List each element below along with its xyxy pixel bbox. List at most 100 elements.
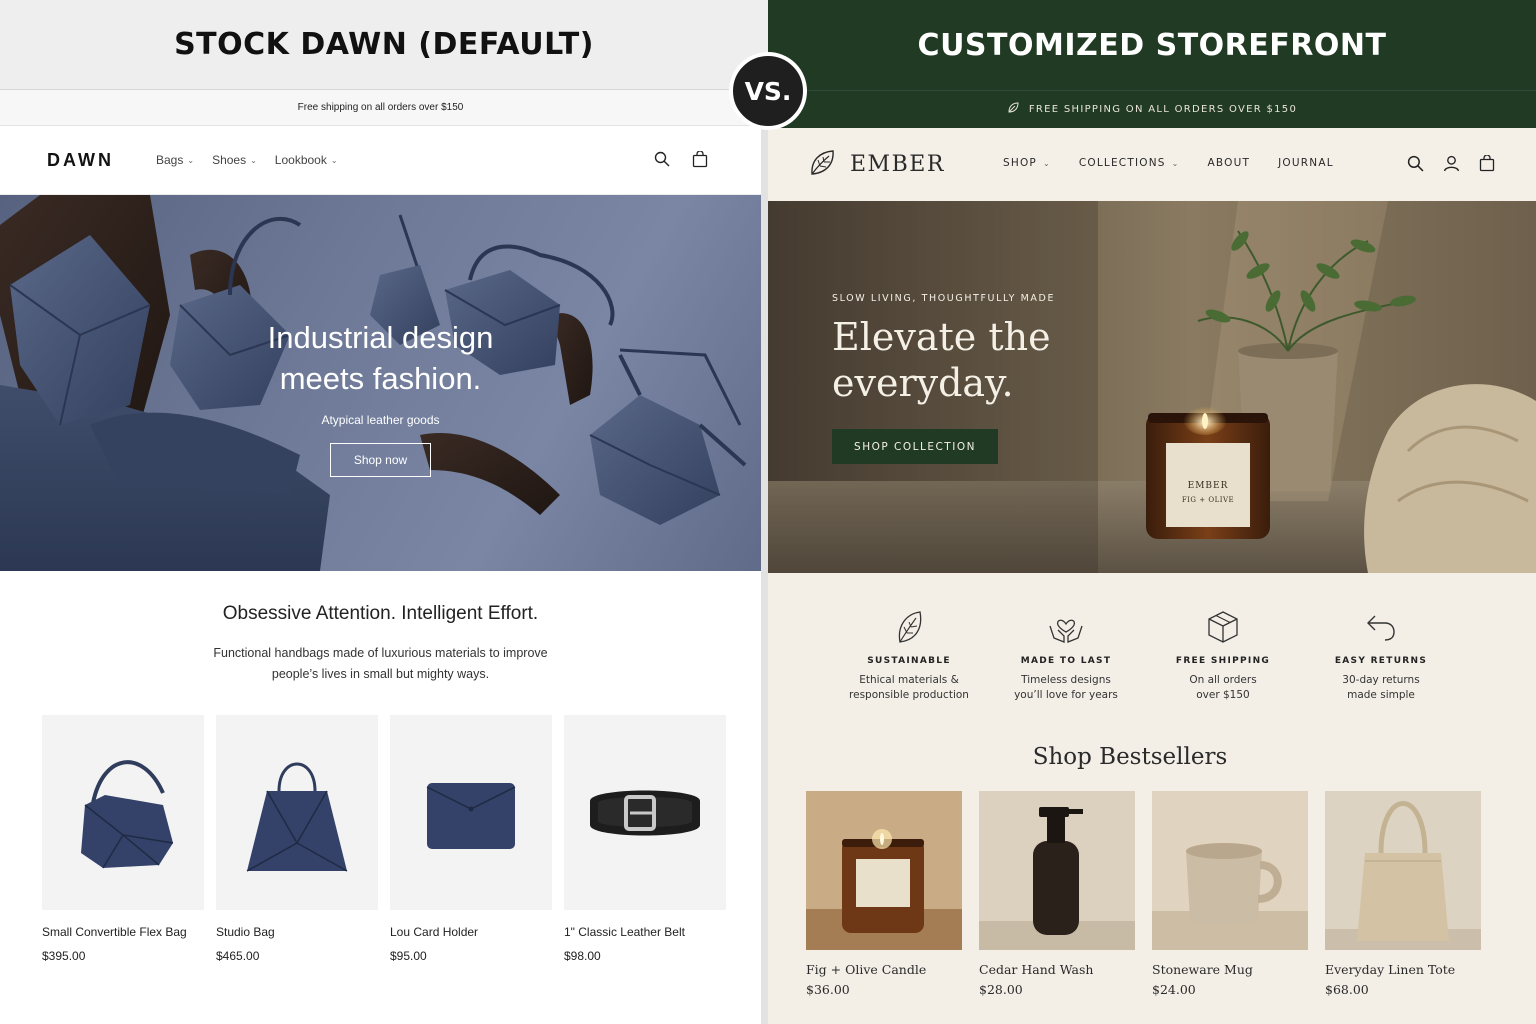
shop-collection-button[interactable]: SHOP COLLECTION [832,429,998,464]
account-icon[interactable] [1442,154,1460,172]
product-image [216,715,378,910]
search-icon[interactable] [1406,154,1424,172]
dawn-shop-now-button[interactable]: Shop now [330,443,431,477]
ember-announcement-bar: FREE SHIPPING ON ALL ORDERS OVER $150 [768,90,1536,128]
feature-description: 30-day returns made simple [1306,673,1456,703]
product-name: Small Convertible Flex Bag [42,925,187,939]
product-price: $24.00 [1152,982,1196,997]
feature-description-line: over $150 [1196,689,1250,701]
product-name: Stoneware Mug [1152,962,1253,977]
product-name: Lou Card Holder [390,925,479,939]
feature-sustainable: SUSTAINABLE Ethical materials & responsi… [834,608,984,703]
product-price: $98.00 [564,949,601,963]
ember-announcement-text: FREE SHIPPING ON ALL ORDERS OVER $150 [1028,104,1298,115]
product-card[interactable]: Stoneware Mug $24.00 [1152,791,1308,997]
feature-description: Timeless designs you’ll love for years [991,673,1141,703]
product-price: $28.00 [979,982,1023,997]
product-card[interactable]: 1" Classic Leather Belt $98.00 [564,715,726,963]
dawn-menu-label: Lookbook [274,153,327,167]
ember-hero-banner: EMBER FIG + OLIVE SLOW LIVING, THOUGHTFU… [768,201,1536,573]
dawn-menu-bags[interactable]: Bags ⌄ [156,153,194,167]
ember-hero-eyebrow: SLOW LIVING, THOUGHTFULLY MADE [832,293,1056,304]
ember-header: EMBER SHOP ⌄ COLLECTIONS ⌄ ABOUT JOURNAL [768,128,1536,201]
dawn-announcement-bar: Free shipping on all orders over $150 [0,90,761,126]
product-price: $465.00 [216,949,260,963]
leaf-logo-icon [808,148,836,180]
dawn-hero-title-line: meets fashion. [279,361,482,396]
dawn-storefront: Free shipping on all orders over $150 DA… [0,90,761,1024]
candle-label-brand: EMBER [1188,481,1229,491]
product-image [42,715,204,910]
feature-description-line: responsible production [849,689,969,701]
feature-made-to-last: MADE TO LAST Timeless designs you’ll lov… [991,608,1141,703]
left-comparison-header: STOCK DAWN (DEFAULT) [0,0,768,90]
ember-menu-about[interactable]: ABOUT [1208,157,1251,169]
chevron-down-icon: ⌄ [1042,158,1051,168]
chevron-down-icon: ⌄ [250,155,257,165]
product-image [564,715,726,910]
feature-description-line: made simple [1347,689,1415,701]
product-name: Everyday Linen Tote [1325,962,1456,977]
product-card[interactable]: Everyday Linen Tote $68.00 [1325,791,1481,997]
product-price: $36.00 [806,982,850,997]
ember-menu-journal[interactable]: JOURNAL [1278,157,1334,169]
dawn-header-icons [653,150,709,168]
ember-menu-label: SHOP [1003,157,1037,169]
chevron-down-icon: ⌄ [187,155,195,165]
ember-menu-shop[interactable]: SHOP ⌄ [1003,157,1051,169]
product-card[interactable]: Small Convertible Flex Bag $395.00 [42,715,204,963]
ember-hero-title-line: everyday. [832,361,1014,405]
right-header-title: CUSTOMIZED STOREFRONT [917,27,1387,63]
product-card[interactable]: Studio Bag $465.00 [216,715,378,963]
product-image [390,715,552,910]
heart-hands-icon [991,608,1141,646]
dawn-main-menu: Bags ⌄ Shoes ⌄ Lookbook ⌄ [156,153,338,167]
cart-icon[interactable] [1478,154,1496,172]
ember-hero-title: Elevate the everyday. [832,314,1055,406]
feature-description-line: you’ll love for years [1014,689,1118,701]
dawn-announcement-text: Free shipping on all orders over $150 [297,102,464,113]
dawn-product-grid: Small Convertible Flex Bag $395.00 Studi… [42,715,726,963]
search-icon[interactable] [653,150,671,168]
dawn-menu-shoes[interactable]: Shoes ⌄ [212,153,257,167]
ember-hero-title-line: Elevate the [832,315,1051,359]
ember-hero-content: SLOW LIVING, THOUGHTFULLY MADE Elevate t… [832,293,1055,464]
product-image [979,791,1135,950]
product-card[interactable]: Fig + Olive Candle $36.00 [806,791,962,997]
ember-product-grid: Fig + Olive Candle $36.00 Cedar Hand Was… [806,791,1481,997]
panel-divider [761,90,768,1024]
cart-icon[interactable] [691,150,709,168]
dawn-hero-content: Industrial design meets fashion. Atypica… [0,317,761,477]
feature-description: On all orders over $150 [1148,673,1298,703]
feature-description: Ethical materials & responsible producti… [834,673,984,703]
feature-description-line: Ethical materials & [859,674,959,686]
dawn-logo[interactable]: DAWN [47,150,114,171]
dawn-hero-title-line: Industrial design [267,320,494,355]
dawn-menu-lookbook[interactable]: Lookbook ⌄ [275,153,338,167]
product-card[interactable]: Cedar Hand Wash $28.00 [979,791,1135,997]
ember-menu-label: ABOUT [1207,157,1251,169]
chevron-down-icon: ⌄ [330,155,338,165]
dawn-hero-subtitle: Atypical leather goods [321,413,440,427]
dawn-intro-title: Obsessive Attention. Intelligent Effort. [222,603,539,624]
product-name: Cedar Hand Wash [979,962,1094,977]
shop-bestsellers-title: Shop Bestsellers [1032,744,1228,770]
feature-description-line: 30-day returns [1342,674,1420,686]
leaf-icon [1007,102,1019,117]
vs-badge: VS. [729,52,807,130]
product-card[interactable]: Lou Card Holder $95.00 [390,715,552,963]
product-price: $395.00 [42,949,86,963]
product-name: Studio Bag [216,925,275,939]
ember-logo[interactable]: EMBER [808,148,945,180]
product-image [806,791,962,950]
ember-menu-label: JOURNAL [1278,157,1334,169]
ember-header-icons [1406,154,1496,172]
feature-title: FREE SHIPPING [1175,656,1271,666]
product-price: $68.00 [1325,982,1369,997]
feature-title: MADE TO LAST [1020,656,1112,666]
dawn-hero-title: Industrial design meets fashion. [0,317,761,399]
feature-title: SUSTAINABLE [867,656,951,666]
chevron-down-icon: ⌄ [1171,158,1180,168]
ember-menu-collections[interactable]: COLLECTIONS ⌄ [1079,157,1180,169]
leaf-icon [834,608,984,646]
